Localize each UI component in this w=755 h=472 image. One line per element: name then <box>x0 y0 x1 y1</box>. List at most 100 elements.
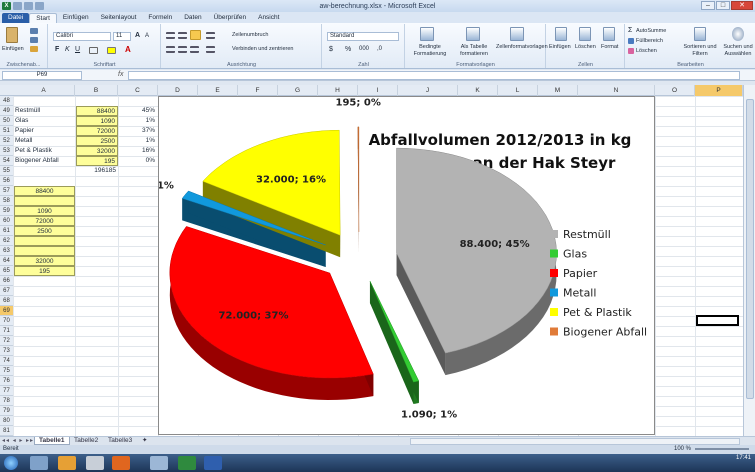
percent-cell[interactable]: 1% <box>119 136 157 146</box>
align-left-icon[interactable] <box>166 46 175 53</box>
category-label-cell[interactable]: Restmüll <box>15 106 75 116</box>
row-header[interactable]: 81 <box>0 426 13 436</box>
tab-start[interactable]: Start <box>29 13 57 23</box>
category-label-cell[interactable]: Glas <box>15 116 75 126</box>
percent-cell[interactable]: 45% <box>119 106 157 116</box>
percent-cell[interactable]: 37% <box>119 126 157 136</box>
row-header[interactable]: 80 <box>0 416 13 426</box>
row-header[interactable]: 71 <box>0 326 13 336</box>
underline-button[interactable]: U <box>75 46 80 53</box>
column-header[interactable]: L <box>498 85 538 96</box>
row-header[interactable]: 56 <box>0 176 13 186</box>
percent-cell[interactable]: 0% <box>119 156 157 166</box>
value-cell[interactable]: 88400 <box>76 106 118 116</box>
column-a-value-cell[interactable]: 1090 <box>14 206 75 216</box>
cut-icon[interactable] <box>30 28 38 34</box>
delete-cells-button[interactable]: Löschen <box>575 44 596 50</box>
row-header[interactable]: 61 <box>0 226 13 236</box>
column-header[interactable]: B <box>75 85 118 96</box>
start-button[interactable] <box>4 456 18 470</box>
value-cell[interactable]: 2500 <box>76 136 118 146</box>
tab-file[interactable]: Datei <box>2 13 30 23</box>
cell-styles-button[interactable]: Zellenformatvorlagen <box>496 44 548 51</box>
row-header[interactable]: 48 <box>0 96 13 106</box>
category-label-cell[interactable]: Papier <box>15 126 75 136</box>
category-label-cell[interactable]: Biogener Abfall <box>15 156 75 166</box>
row-header[interactable]: 65 <box>0 266 13 276</box>
shrink-font-icon[interactable]: A <box>145 33 149 39</box>
sheet-nav-arrows[interactable]: ◂◂ ◂ ▸ ▸▸ <box>2 437 34 444</box>
font-name-select[interactable]: Calibri <box>53 32 111 41</box>
font-color-icon[interactable]: A <box>125 45 131 54</box>
paste-button[interactable]: Einfügen <box>2 46 24 52</box>
value-cell[interactable]: 195 <box>76 156 118 166</box>
row-header[interactable]: 77 <box>0 386 13 396</box>
column-header[interactable]: N <box>578 85 655 96</box>
undo-icon[interactable] <box>24 2 33 10</box>
percent-cell[interactable]: 1% <box>119 116 157 126</box>
scrollbar-thumb[interactable] <box>746 99 754 399</box>
align-bottom-icon[interactable] <box>190 30 201 40</box>
format-painter-icon[interactable] <box>30 46 38 52</box>
taskbar-folder-icon[interactable] <box>58 456 76 470</box>
row-header[interactable]: 55 <box>0 166 13 176</box>
taskbar-excel-icon[interactable] <box>178 456 196 470</box>
find-select-button[interactable]: Suchen und Auswählen <box>720 44 755 58</box>
format-cells-button[interactable]: Format <box>601 44 618 50</box>
row-header[interactable]: 62 <box>0 236 13 246</box>
minimize-button[interactable]: – <box>701 1 715 10</box>
taskbar-media-icon[interactable] <box>86 456 104 470</box>
column-a-value-cell[interactable]: 195 <box>14 266 75 276</box>
insert-cells-button[interactable]: Einfügen <box>549 44 571 50</box>
currency-icon[interactable]: $ <box>329 46 333 53</box>
sheet-tab-3[interactable]: Tabelle3 <box>104 437 136 445</box>
italic-button[interactable]: K <box>65 46 70 53</box>
row-header[interactable]: 58 <box>0 196 13 206</box>
column-header[interactable]: P <box>695 85 743 96</box>
conditional-format-button[interactable]: Bedingte Formatierung <box>408 44 452 58</box>
taskbar-app-icon[interactable] <box>150 456 168 470</box>
column-header[interactable]: K <box>458 85 498 96</box>
taskbar-word-icon[interactable] <box>204 456 222 470</box>
new-sheet-icon[interactable]: ✦ <box>138 437 151 445</box>
column-a-value-cell[interactable]: 88400 <box>14 186 75 196</box>
fill-button[interactable]: Füllbereich <box>636 38 663 44</box>
taskbar-firefox-icon[interactable] <box>112 456 130 470</box>
orientation-icon[interactable] <box>206 32 215 39</box>
pie-chart[interactable]: Abfallvolumen 2012/2013 in kg an der Hak… <box>158 96 655 435</box>
column-a-value-cell[interactable] <box>14 236 75 246</box>
taskbar-explorer-icon[interactable] <box>30 456 48 470</box>
column-header[interactable]: C <box>118 85 158 96</box>
zoom-slider[interactable] <box>695 448 749 450</box>
clear-button[interactable]: Löschen <box>636 48 657 54</box>
decimal-icon[interactable]: ,0 <box>377 46 382 52</box>
row-header[interactable]: 54 <box>0 156 13 166</box>
formula-input[interactable] <box>128 71 740 80</box>
align-center-icon[interactable] <box>178 46 187 53</box>
column-a-value-cell[interactable]: 32000 <box>14 256 75 266</box>
row-header[interactable]: 49 <box>0 106 13 116</box>
tab-data[interactable]: Daten <box>178 13 207 23</box>
column-header[interactable]: J <box>398 85 458 96</box>
category-label-cell[interactable]: Metall <box>15 136 75 146</box>
row-header[interactable]: 60 <box>0 216 13 226</box>
sort-filter-button[interactable]: Sortieren und Filtern <box>680 44 720 58</box>
column-header[interactable]: O <box>655 85 695 96</box>
column-header[interactable]: M <box>538 85 578 96</box>
row-header[interactable]: 51 <box>0 126 13 136</box>
fill-color-icon[interactable] <box>107 47 116 54</box>
column-header[interactable]: I <box>358 85 398 96</box>
redo-icon[interactable] <box>35 2 44 10</box>
maximize-button[interactable]: □ <box>716 1 730 10</box>
row-header[interactable]: 53 <box>0 146 13 156</box>
indent-icon[interactable] <box>206 46 215 53</box>
autosum-button[interactable]: AutoSumme <box>636 28 666 34</box>
value-cell[interactable]: 32000 <box>76 146 118 156</box>
save-icon[interactable] <box>13 2 22 10</box>
column-a-value-cell[interactable]: 2500 <box>14 226 75 236</box>
selected-cell[interactable] <box>696 315 739 326</box>
value-cell[interactable]: 72000 <box>76 126 118 136</box>
row-header[interactable]: 52 <box>0 136 13 146</box>
percent-cell[interactable]: 16% <box>119 146 157 156</box>
column-header[interactable]: H <box>318 85 358 96</box>
